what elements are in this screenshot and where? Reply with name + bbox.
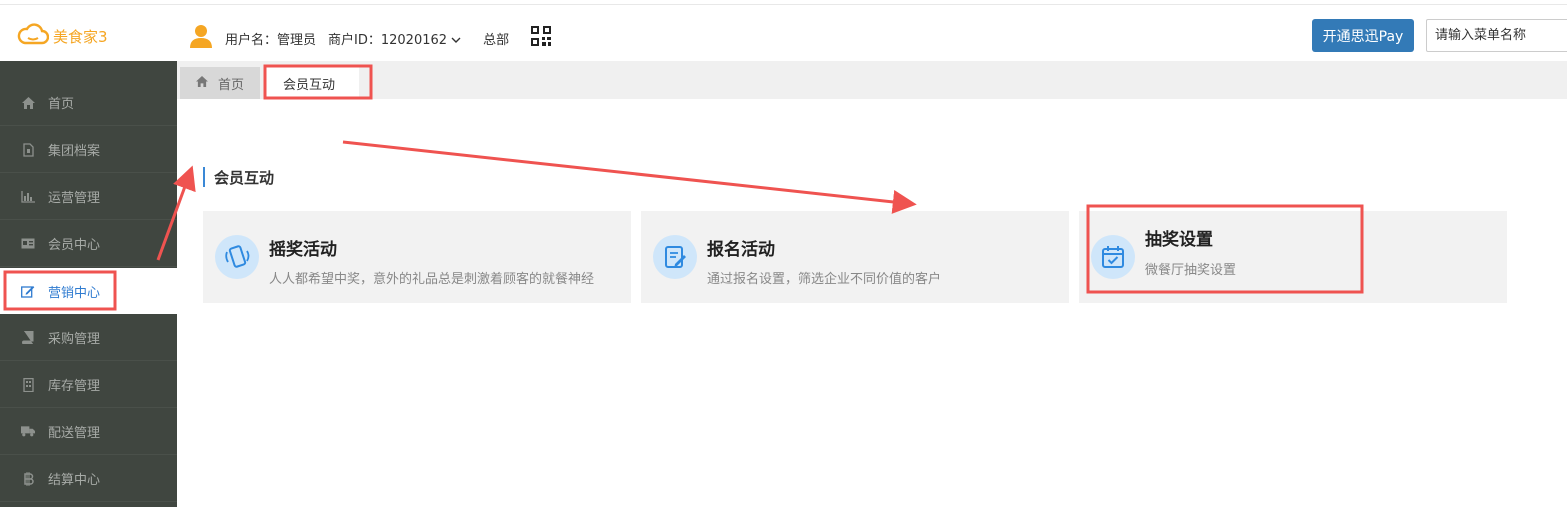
- sidebar-item-label: 会员中心: [48, 238, 101, 253]
- phone-shake-icon: [215, 235, 259, 279]
- bar-chart-icon: [21, 190, 35, 204]
- home-icon: [196, 75, 208, 91]
- section-title: 会员互动: [203, 167, 274, 187]
- tab-member-interaction[interactable]: 会员互动: [264, 67, 359, 99]
- card-lottery-shake[interactable]: 摇奖活动 人人都希望中奖，意外的礼品总是刺激着顾客的就餐神经: [203, 211, 631, 303]
- sidebar-item-operations[interactable]: 运营管理: [0, 174, 177, 220]
- store-name[interactable]: 总部: [483, 29, 509, 48]
- card-desc: 通过报名设置，筛选企业不同价值的客户: [707, 272, 942, 287]
- qr-code-icon[interactable]: [531, 26, 552, 50]
- card-desc: 微餐厅抽奖设置: [1145, 263, 1237, 278]
- tab-label: 会员互动: [283, 77, 336, 93]
- form-edit-icon: [653, 235, 697, 279]
- building-icon: [21, 377, 35, 392]
- sidebar-item-group-archive[interactable]: 集团档案: [0, 127, 177, 173]
- calendar-check-icon: [1091, 235, 1135, 279]
- sidebar-item-label: 运营管理: [48, 191, 101, 206]
- merchant-id: 商户ID：12020162: [328, 32, 448, 48]
- card-title: 摇奖活动: [269, 240, 337, 260]
- open-pay-button[interactable]: 开通思迅Pay: [1312, 19, 1414, 52]
- sidebar-item-label: 营销中心: [48, 285, 101, 301]
- arrow-to-card: [342, 140, 917, 214]
- tabs-bar: 首页 会员互动: [177, 61, 1567, 99]
- tab-label: 首页: [218, 77, 245, 93]
- id-card-icon: [21, 237, 35, 251]
- user-name: 用户名：管理员: [225, 32, 317, 48]
- card-title: 抽奖设置: [1145, 230, 1213, 250]
- edit-icon: [21, 284, 35, 298]
- sidebar-item-settlement[interactable]: 结算中心: [0, 456, 177, 502]
- user-avatar-icon: [189, 23, 213, 53]
- home-icon: [21, 96, 35, 110]
- card-lottery-settings[interactable]: 抽奖设置 微餐厅抽奖设置: [1079, 211, 1507, 303]
- sidebar-item-label: 结算中心: [48, 473, 101, 488]
- sidebar-item-label: 首页: [48, 97, 75, 112]
- sidebar: 首页 集团档案 运营管理 会员中心 营销中心 采购管理 库存管理 配送管理 结算…: [0, 61, 177, 507]
- cloud-logo-icon: [17, 23, 50, 49]
- sidebar-item-inventory[interactable]: 库存管理: [0, 362, 177, 408]
- sidebar-item-label: 配送管理: [48, 426, 101, 441]
- user-area: 用户名：管理员 商户ID：12020162 总部: [189, 23, 552, 53]
- book-icon: [21, 331, 35, 345]
- sidebar-item-distribution[interactable]: 配送管理: [0, 409, 177, 455]
- truck-icon: [21, 425, 35, 439]
- card-signup-activity[interactable]: 报名活动 通过报名设置，筛选企业不同价值的客户: [641, 211, 1069, 303]
- sidebar-item-label: 集团档案: [48, 144, 101, 159]
- sidebar-item-home[interactable]: 首页: [0, 80, 177, 126]
- menu-search-input[interactable]: [1426, 19, 1567, 52]
- sidebar-item-member-center[interactable]: 会员中心: [0, 221, 177, 267]
- logo-text: 美食家3: [53, 27, 108, 46]
- sidebar-item-purchasing[interactable]: 采购管理: [0, 315, 177, 361]
- sidebar-item-marketing-center[interactable]: 营销中心: [0, 268, 177, 314]
- merchant-id-dropdown[interactable]: 商户ID：12020162: [328, 29, 461, 48]
- card-desc: 人人都希望中奖，意外的礼品总是刺激着顾客的就餐神经: [269, 272, 595, 287]
- bitcoin-icon: [21, 471, 35, 486]
- chevron-down-icon: [451, 33, 461, 48]
- card-title: 报名活动: [707, 240, 775, 260]
- top-bar: 美食家3 用户名：管理员 商户ID：12020162 总部 开通思迅Pay 请输…: [0, 4, 1567, 61]
- tab-home[interactable]: 首页: [180, 67, 260, 99]
- logo[interactable]: 美食家3: [17, 23, 108, 49]
- sidebar-item-label: 库存管理: [48, 379, 101, 394]
- file-icon: [21, 142, 35, 157]
- sidebar-item-label: 采购管理: [48, 332, 101, 347]
